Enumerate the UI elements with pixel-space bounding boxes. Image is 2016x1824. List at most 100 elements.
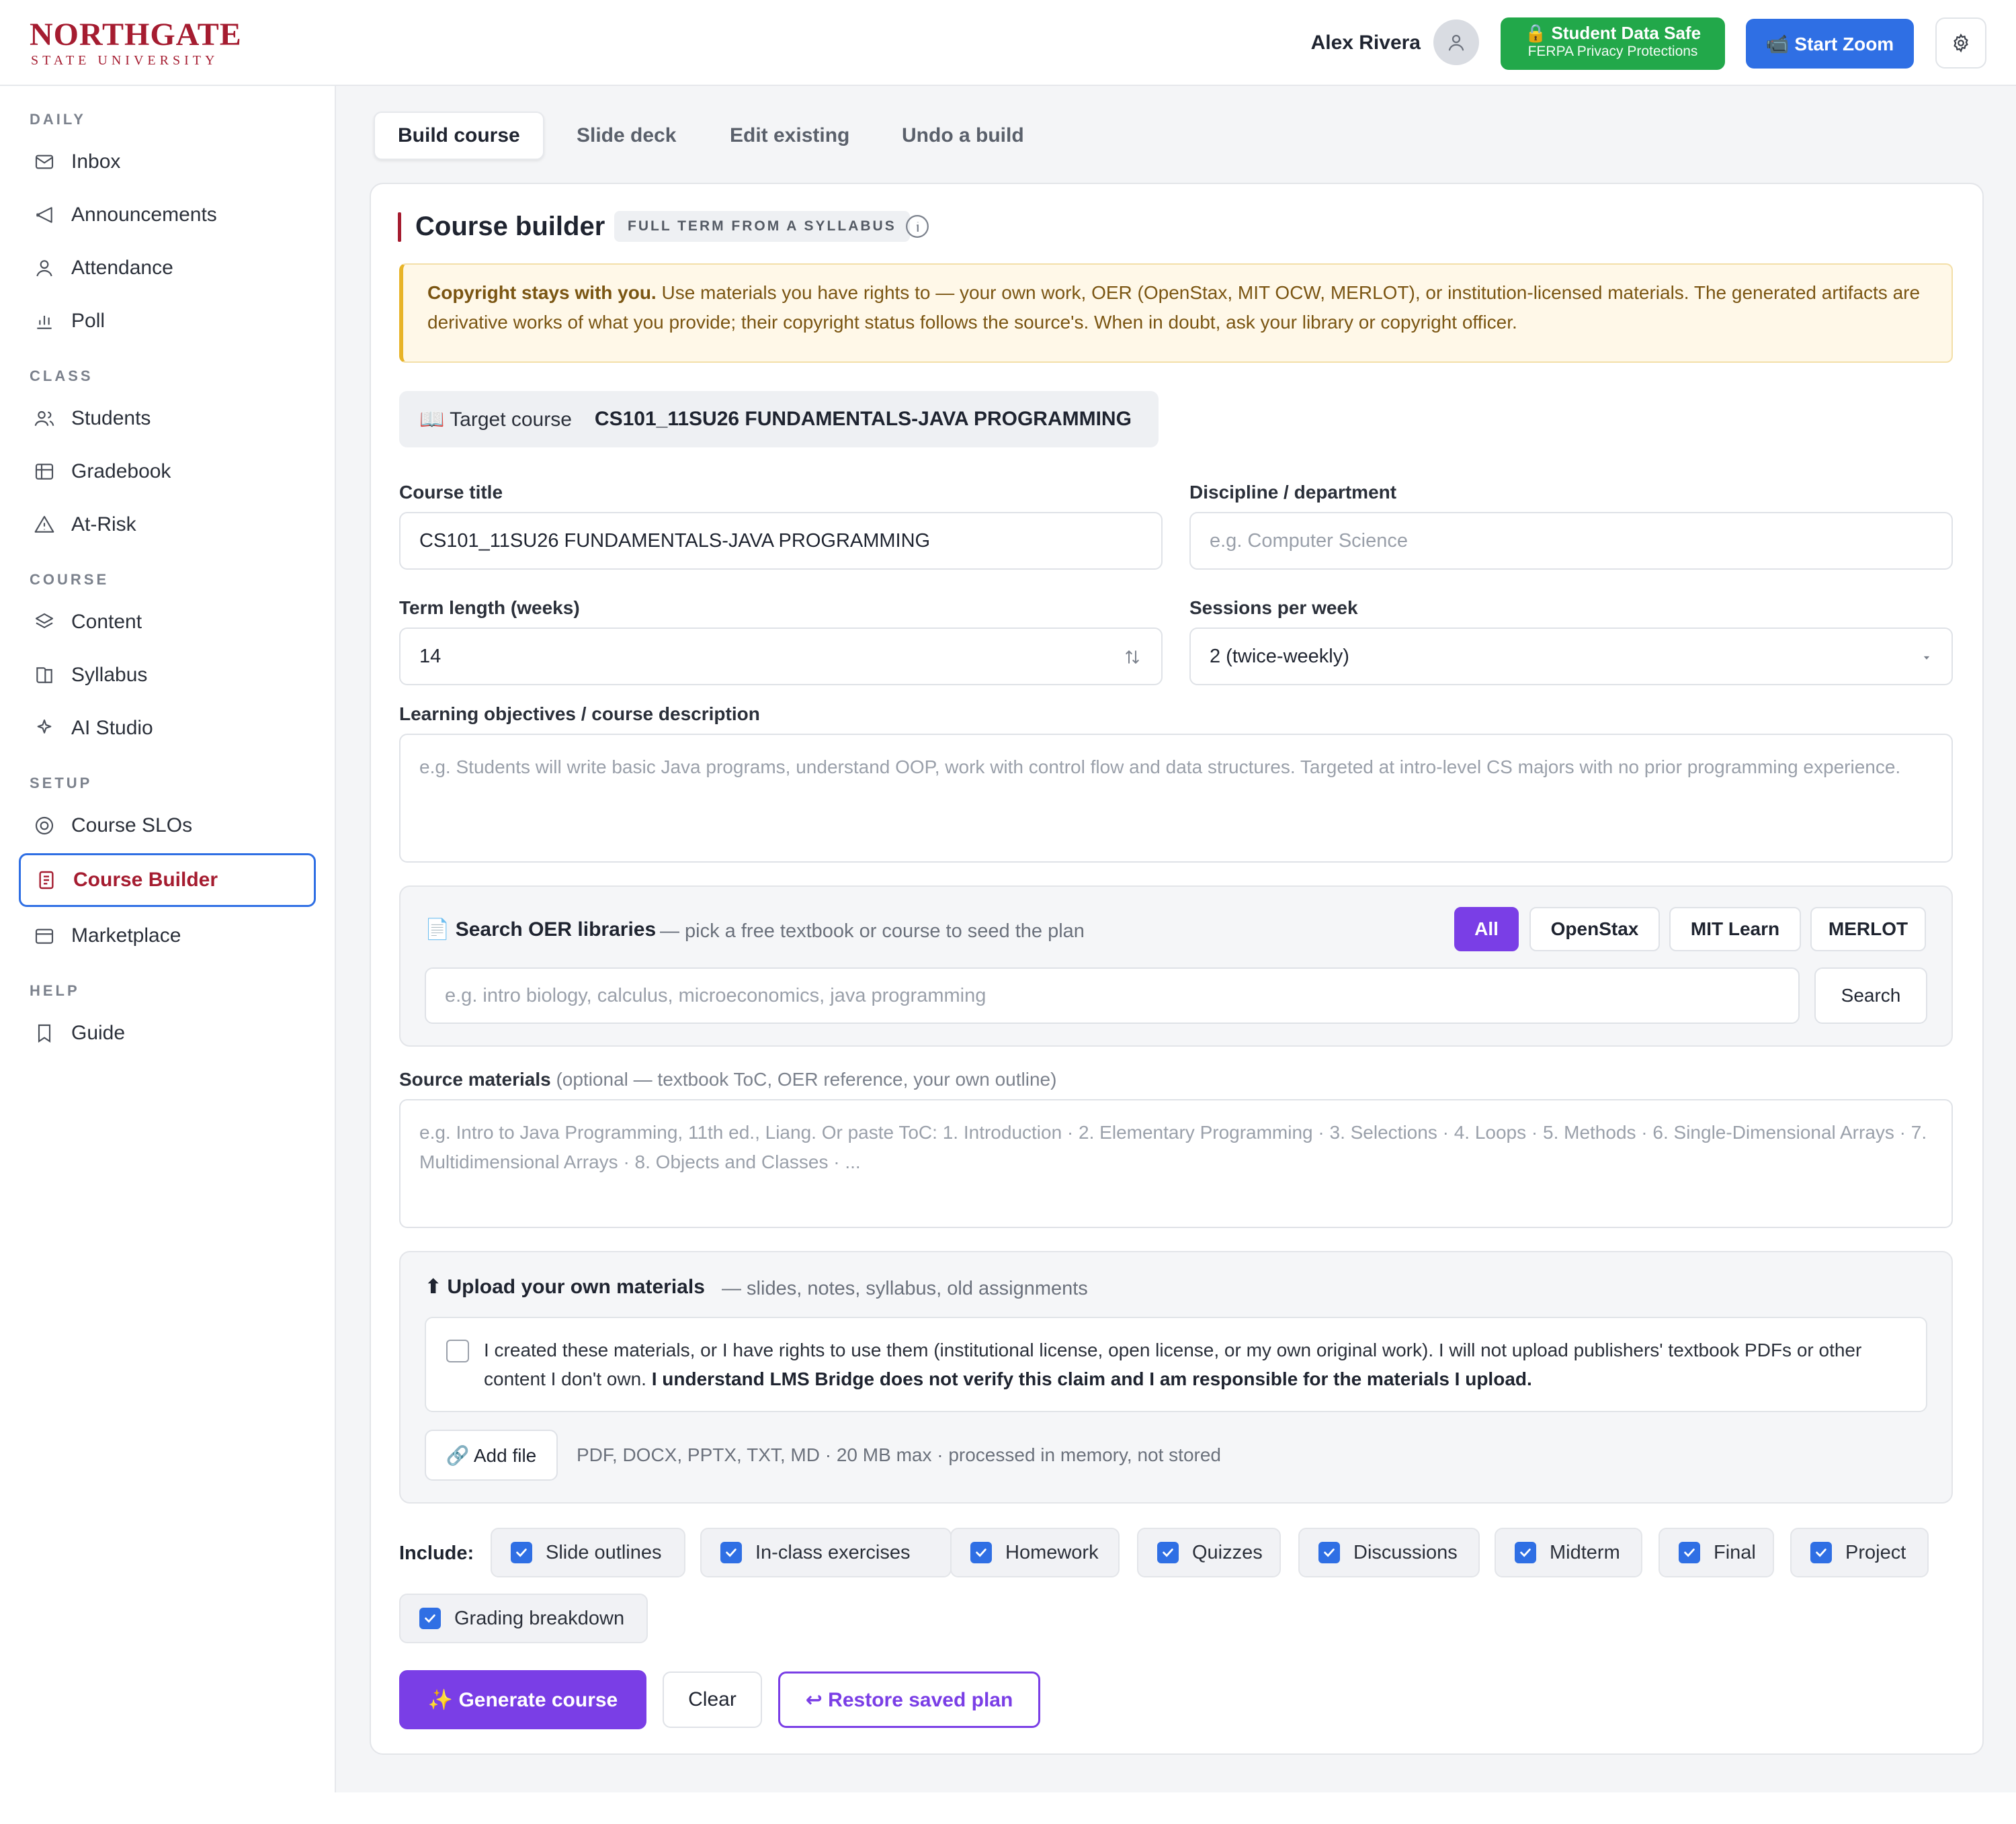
- objectives-label: Learning objectives / course description: [399, 703, 760, 724]
- include-homework[interactable]: Homework: [950, 1528, 1120, 1577]
- oer-filter-merlot[interactable]: MERLOT: [1810, 907, 1926, 951]
- include-project[interactable]: Project: [1790, 1528, 1929, 1577]
- oer-filter-openstax[interactable]: OpenStax: [1529, 907, 1660, 951]
- ferpa-title: 🔒 Student Data Safe: [1524, 23, 1702, 43]
- sidebar-item-at-risk[interactable]: At-Risk: [19, 500, 316, 550]
- brand-logo[interactable]: NORTHGATE: [30, 17, 242, 52]
- sidebar-item-guide[interactable]: Guide: [19, 1008, 316, 1058]
- sidebar-item-gradebook[interactable]: Gradebook: [19, 447, 316, 496]
- sidebar-item-label: At-Risk: [71, 513, 136, 535]
- include-label: Include:: [399, 1543, 474, 1564]
- notice-heading: Copyright stays with you.: [427, 282, 657, 303]
- chevron-down-icon: [1923, 656, 1930, 660]
- check-icon: [976, 1549, 986, 1557]
- include-in-class-exercises[interactable]: In-class exercises: [700, 1528, 952, 1577]
- objectives-textarea[interactable]: e.g. Students will write basic Java prog…: [399, 734, 1953, 863]
- section-label-course: COURSE: [30, 571, 110, 588]
- discipline-input[interactable]: e.g. Computer Science: [1189, 512, 1953, 570]
- book-icon: [36, 667, 52, 683]
- section-label-daily: DAILY: [30, 111, 86, 128]
- target-icon: [35, 816, 54, 835]
- sidebar-item-poll[interactable]: Poll: [19, 296, 316, 346]
- include-grading-breakdown[interactable]: Grading breakdown: [399, 1594, 648, 1643]
- include-midterm[interactable]: Midterm: [1495, 1528, 1642, 1577]
- info-icon[interactable]: [905, 214, 930, 239]
- start-zoom-button[interactable]: 📹 Start Zoom: [1746, 19, 1914, 69]
- oer-title: 📄 Search OER libraries: [425, 918, 657, 941]
- sidebar-item-label: Inbox: [71, 150, 121, 173]
- tab-undo-build[interactable]: Undo a build: [879, 112, 1047, 160]
- ferpa-badge[interactable]: 🔒 Student Data Safe FERPA Privacy Protec…: [1501, 17, 1725, 70]
- settings-button[interactable]: [1935, 17, 1986, 69]
- sessions-select[interactable]: 2 (twice-weekly): [1189, 627, 1953, 685]
- clear-button[interactable]: Clear: [663, 1671, 762, 1728]
- source-label-text: Source materials: [399, 1069, 551, 1090]
- include-slide-outlines[interactable]: Slide outlines: [491, 1528, 685, 1577]
- include-discussions[interactable]: Discussions: [1298, 1528, 1480, 1577]
- oer-search-button[interactable]: Search: [1814, 967, 1927, 1024]
- sidebar-item-announcements[interactable]: Announcements: [19, 190, 316, 240]
- sidebar-item-course-slos[interactable]: Course SLOs: [19, 801, 316, 851]
- bookmark-icon: [38, 1024, 51, 1043]
- table-icon: [35, 464, 54, 480]
- layers-icon: [35, 613, 54, 629]
- upload-subtitle: — slides, notes, syllabus, old assignmen…: [722, 1278, 1088, 1299]
- page-footer-strip: [0, 1792, 2016, 1824]
- gear-icon: [1954, 33, 1968, 53]
- target-course-label: 📖 Target course: [419, 408, 572, 431]
- sidebar-item-content[interactable]: Content: [19, 597, 316, 647]
- include-option-label: Slide outlines: [546, 1541, 662, 1563]
- source-label-hint: (optional — textbook ToC, OER reference,…: [550, 1069, 1057, 1090]
- course-title-label: Course title: [399, 482, 503, 503]
- sidebar-item-course-builder[interactable]: Course Builder: [19, 853, 316, 907]
- user-icon: [1448, 34, 1464, 51]
- target-course-name: CS101_11SU26 FUNDAMENTALS-JAVA PROGRAMMI…: [594, 408, 1132, 430]
- rights-text-bold: I understand LMS Bridge does not verify …: [651, 1369, 1532, 1389]
- sidebar-item-attendance[interactable]: Attendance: [19, 243, 316, 293]
- stepper-arrows-icon[interactable]: [1122, 647, 1142, 667]
- target-course-box: 📖 Target course CS101_11SU26 FUNDAMENTAL…: [399, 391, 1159, 447]
- sidebar-item-inbox[interactable]: Inbox: [19, 137, 316, 187]
- course-title-input[interactable]: CS101_11SU26 FUNDAMENTALS-JAVA PROGRAMMI…: [399, 512, 1163, 570]
- term-length-stepper[interactable]: 14: [399, 627, 1163, 685]
- sparkle-icon: [37, 719, 52, 734]
- term-length-label: Term length (weeks): [399, 597, 580, 618]
- include-quizzes[interactable]: Quizzes: [1137, 1528, 1281, 1577]
- brand-subtitle: STATE UNIVERSITY: [31, 53, 219, 68]
- oer-filter-mit-learn[interactable]: MIT Learn: [1669, 907, 1801, 951]
- checkbox-checked: [970, 1542, 992, 1563]
- tab-build-course[interactable]: Build course: [374, 112, 544, 160]
- top-header: NORTHGATE STATE UNIVERSITY Alex Rivera 🔒…: [0, 0, 2016, 86]
- include-option-label: Project: [1845, 1541, 1906, 1563]
- oer-filter-all[interactable]: All: [1454, 907, 1519, 951]
- sidebar-item-marketplace[interactable]: Marketplace: [19, 911, 316, 961]
- person-icon: [36, 260, 52, 277]
- sidebar-item-students[interactable]: Students: [19, 394, 316, 443]
- include-final[interactable]: Final: [1658, 1528, 1774, 1577]
- user-name: Alex Rivera: [1310, 32, 1421, 54]
- warning-icon: [34, 515, 54, 533]
- store-icon: [35, 928, 54, 944]
- rights-checkbox[interactable]: [446, 1340, 469, 1362]
- check-icon: [1520, 1549, 1531, 1557]
- document-icon: [39, 871, 54, 889]
- tab-slide-deck[interactable]: Slide deck: [554, 112, 699, 160]
- include-option-label: Discussions: [1353, 1541, 1458, 1563]
- sidebar-item-label: Poll: [71, 310, 106, 332]
- sidebar-item-syllabus[interactable]: Syllabus: [19, 650, 316, 700]
- term-length-value: 14: [419, 645, 442, 667]
- restore-saved-plan-button[interactable]: ↩ Restore saved plan: [778, 1671, 1040, 1728]
- include-option-label: Final: [1714, 1541, 1756, 1563]
- sidebar-item-ai-studio[interactable]: AI Studio: [19, 703, 316, 753]
- add-file-button[interactable]: 🔗 Add file: [425, 1430, 558, 1481]
- check-icon: [726, 1549, 737, 1557]
- avatar[interactable]: [1433, 19, 1479, 65]
- sidebar-item-label: Course Builder: [73, 869, 218, 891]
- checkbox-checked: [419, 1608, 441, 1629]
- source-materials-textarea[interactable]: e.g. Intro to Java Programming, 11th ed.…: [399, 1099, 1953, 1228]
- tab-edit-existing[interactable]: Edit existing: [707, 112, 872, 160]
- discipline-label: Discipline / department: [1189, 482, 1397, 503]
- oer-search-input[interactable]: e.g. intro biology, calculus, microecono…: [425, 967, 1800, 1024]
- include-option-label: Homework: [1005, 1541, 1099, 1563]
- generate-course-button[interactable]: ✨ Generate course: [399, 1670, 646, 1729]
